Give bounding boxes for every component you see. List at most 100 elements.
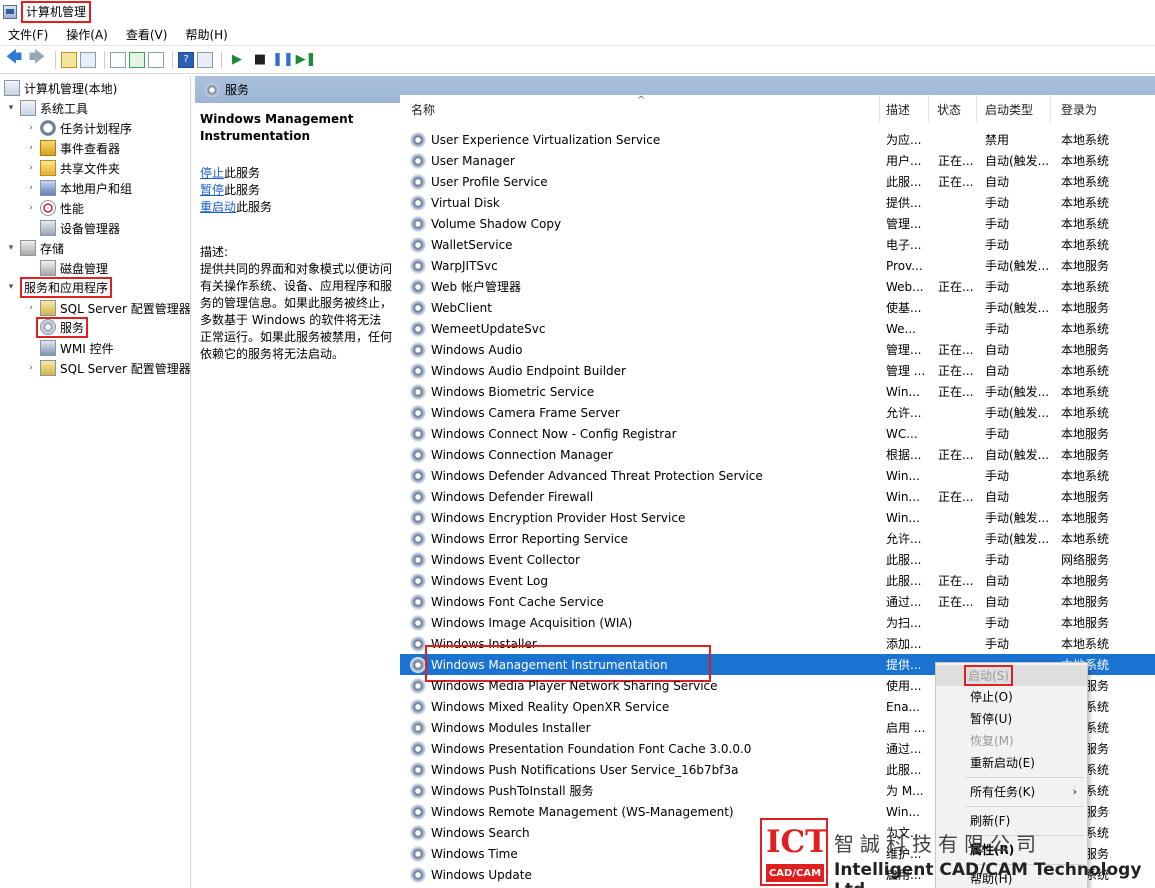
service-row[interactable]: Windows Defender Firewall Win... 正在... 自动 本地… — [400, 486, 1155, 507]
expand-icon[interactable]: › — [26, 123, 36, 133]
context-menu-properties[interactable]: 属性(R) — [936, 839, 1087, 860]
pause-service-icon[interactable]: ❚❚ — [272, 50, 294, 70]
service-row[interactable]: Windows Camera Frame Server 允许... 手动(触发...… — [400, 402, 1155, 423]
tree-item-sql-config-1[interactable]: › SQL Server 配置管理器 — [26, 298, 190, 318]
context-menu-restart[interactable]: 重新启动(E) — [936, 752, 1087, 773]
service-row[interactable]: Windows Audio 管理... 正在... 自动 本地服务 — [400, 339, 1155, 360]
expand-icon[interactable]: › — [26, 183, 36, 193]
collapse-icon[interactable]: ▾ — [6, 103, 16, 113]
service-row[interactable]: WebClient 使基... 手动(触发... 本地服务 — [400, 297, 1155, 318]
tree-item-event-viewer[interactable]: › 事件查看器 — [26, 138, 120, 158]
tree-item-sql-config-2[interactable]: › SQL Server 配置管理器 — [26, 358, 190, 378]
tree-item-task-scheduler[interactable]: › 任务计划程序 — [26, 118, 132, 138]
column-header-status[interactable]: 状态 — [929, 95, 977, 123]
up-folder-icon[interactable] — [61, 51, 77, 68]
context-menu-start[interactable]: 启动(S) — [936, 665, 1087, 686]
pause-service-line: 暂停此服务 — [200, 182, 390, 199]
service-logon: 网络服务 — [1061, 553, 1110, 567]
restart-service-icon[interactable]: ▶❚ — [296, 50, 317, 70]
service-row[interactable]: Windows Biometric Service Win... 正在... 手动(触… — [400, 381, 1155, 402]
forward-arrow-icon[interactable]: 🡆 — [27, 47, 47, 70]
service-logon: 本地系统 — [1061, 217, 1110, 231]
service-row[interactable]: Windows Font Cache Service 通过... 正在... 自动 本地… — [400, 591, 1155, 612]
back-arrow-icon[interactable]: 🡄 — [4, 47, 24, 70]
service-row[interactable]: Windows Event Log 此服... 正在... 自动 本地服务 — [400, 570, 1155, 591]
service-row[interactable]: Windows Defender Advanced Threat Protect… — [400, 465, 1155, 486]
context-menu-help[interactable]: 帮助(H) — [936, 868, 1087, 888]
export-list-icon[interactable] — [148, 51, 164, 68]
stop-service-link[interactable]: 停止 — [200, 166, 224, 180]
service-row[interactable]: Windows Connect Now - Config Registrar WC… — [400, 423, 1155, 444]
start-service-icon[interactable]: ▶ — [227, 50, 247, 70]
service-description: 此服... — [886, 574, 922, 588]
service-name-cell: Windows Search — [400, 824, 880, 841]
refresh-icon[interactable] — [129, 51, 145, 68]
service-row[interactable]: User Experience Virtualization Service 为应… — [400, 129, 1155, 150]
tree-item-shared-folders[interactable]: › 共享文件夹 — [26, 158, 120, 178]
service-description: Web... — [886, 279, 924, 294]
service-row[interactable]: Windows Connection Manager 根据... 正在... 自动(触… — [400, 444, 1155, 465]
service-row[interactable]: Windows Error Reporting Service 允许... 手动(触… — [400, 528, 1155, 549]
gear-icon — [410, 488, 426, 505]
column-header-logon[interactable]: 登录为 — [1051, 95, 1121, 123]
service-name: Windows PushToInstall 服务 — [431, 784, 594, 798]
collapse-icon[interactable]: ▾ — [6, 243, 16, 253]
service-row[interactable]: Windows Event Collector 此服... 手动 网络服务 — [400, 549, 1155, 570]
pause-service-link[interactable]: 暂停 — [200, 183, 224, 197]
tree-item-disk-management[interactable]: 磁盘管理 — [40, 258, 108, 278]
context-menu-stop[interactable]: 停止(O) — [936, 686, 1087, 707]
service-name-cell: Windows Media Player Network Sharing Ser… — [400, 677, 880, 694]
expand-icon[interactable]: › — [26, 163, 36, 173]
tree-item-system-tools[interactable]: ▾ 系统工具 — [6, 98, 88, 118]
context-menu-refresh[interactable]: 刷新(F) — [936, 810, 1087, 831]
service-row[interactable]: Virtual Disk 提供... 手动 本地系统 — [400, 192, 1155, 213]
column-header-description[interactable]: 描述 — [880, 95, 929, 123]
context-menu-all-tasks[interactable]: 所有任务(K) › — [936, 781, 1087, 802]
service-logon: 本地系统 — [1061, 154, 1110, 168]
menu-help[interactable]: 帮助(H) — [185, 26, 227, 43]
service-name-cell: Windows Management Instrumentation — [400, 656, 880, 673]
service-row[interactable]: Windows Audio Endpoint Builder 管理 ... 正在..… — [400, 360, 1155, 381]
panel-title: 服务 — [225, 83, 250, 97]
service-row[interactable]: Windows Image Acquisition (WIA) 为扫... 手动 本地… — [400, 612, 1155, 633]
expand-icon[interactable]: › — [26, 303, 36, 313]
service-row[interactable]: Windows Encryption Provider Host Service… — [400, 507, 1155, 528]
service-row[interactable]: WarpJITSvc Prov... 手动(触发... 本地服务 — [400, 255, 1155, 276]
link-suffix: 此服务 — [224, 183, 261, 197]
menu-view[interactable]: 查看(V) — [126, 26, 168, 43]
service-row[interactable]: Windows Installer 添加... 手动 本地系统 — [400, 633, 1155, 654]
tree-label: 服务和应用程序 — [20, 276, 113, 298]
menu-action[interactable]: 操作(A) — [66, 26, 108, 43]
collapse-icon[interactable]: ▾ — [6, 282, 16, 292]
service-row[interactable]: User Profile Service 此服... 正在... 自动 本地系统 — [400, 171, 1155, 192]
service-name-cell: Windows Audio — [400, 341, 880, 358]
show-action-pane-icon[interactable] — [197, 51, 213, 68]
tree-item-services[interactable]: 服务 — [36, 316, 89, 338]
expand-icon[interactable]: › — [26, 143, 36, 153]
show-hide-tree-icon[interactable] — [80, 51, 96, 68]
stop-service-icon[interactable]: ■ — [250, 50, 270, 70]
tree-item-device-manager[interactable]: 设备管理器 — [40, 218, 120, 238]
context-menu-resume[interactable]: 恢复(M) — [936, 730, 1087, 751]
tree-item-storage[interactable]: ▾ 存储 — [6, 238, 64, 258]
menu-file[interactable]: 文件(F) — [8, 26, 48, 43]
service-description: 为 M... — [886, 784, 924, 798]
help-icon[interactable]: ? — [178, 51, 194, 68]
tree-item-wmi[interactable]: WMI 控件 — [40, 338, 114, 358]
service-row[interactable]: Volume Shadow Copy 管理... 手动 本地系统 — [400, 213, 1155, 234]
tree-item-root[interactable]: 计算机管理(本地) — [4, 78, 117, 98]
expand-icon[interactable]: › — [26, 203, 36, 213]
service-row[interactable]: User Manager 用户... 正在... 自动(触发... 本地系统 — [400, 150, 1155, 171]
service-row[interactable]: Web 帐户管理器 Web... 正在... 手动 本地系统 — [400, 276, 1155, 297]
service-row[interactable]: WemeetUpdateSvc We... 手动 本地系统 — [400, 318, 1155, 339]
column-header-startup-type[interactable]: 启动类型 — [977, 95, 1051, 123]
tree-item-services-apps[interactable]: ▾ 服务和应用程序 — [6, 276, 113, 298]
tree-item-performance[interactable]: › 性能 — [26, 198, 84, 218]
properties-icon[interactable] — [110, 51, 126, 68]
service-row[interactable]: WalletService 电子... 手动 本地系统 — [400, 234, 1155, 255]
restart-service-link[interactable]: 重启动 — [200, 200, 236, 214]
tree-item-local-users[interactable]: › 本地用户和组 — [26, 178, 132, 198]
context-menu-pause[interactable]: 暂停(U) — [936, 708, 1087, 729]
expand-icon[interactable]: › — [26, 363, 36, 373]
gear-icon — [410, 614, 426, 631]
